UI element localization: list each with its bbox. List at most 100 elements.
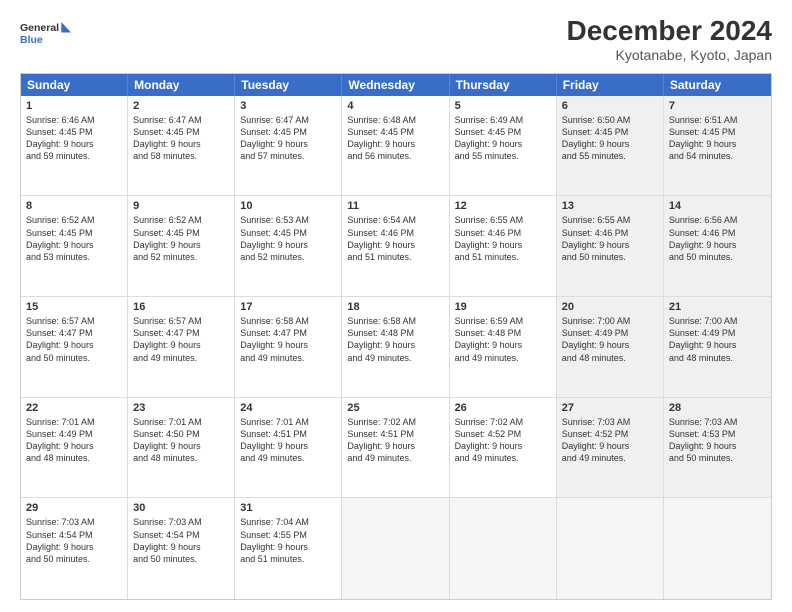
header-friday: Friday	[557, 74, 664, 96]
day-number: 3	[240, 100, 336, 112]
cell-text: Sunrise: 7:02 AMSunset: 4:51 PMDaylight:…	[347, 416, 443, 465]
cell-w1-2: 3 Sunrise: 6:47 AMSunset: 4:45 PMDaylight…	[235, 96, 342, 196]
cell-w3-0: 15Sunrise: 6:57 AMSunset: 4:47 PMDayligh…	[21, 297, 128, 397]
svg-text:General: General	[20, 22, 59, 34]
day-number: 7	[669, 100, 766, 112]
day-number: 25	[347, 402, 443, 414]
day-number: 18	[347, 301, 443, 313]
day-number: 10	[240, 200, 336, 212]
day-number: 31	[240, 502, 336, 514]
cell-text: Sunrise: 6:55 AMSunset: 4:46 PMDaylight:…	[455, 214, 551, 263]
cell-w5-1: 30 Sunrise: 7:03 AMSunset: 4:54 PMDayligh…	[128, 498, 235, 599]
cell-text: Sunrise: 6:53 AMSunset: 4:45 PMDaylight:…	[240, 214, 336, 263]
cell-w2-3: 11 Sunrise: 6:54 AMSunset: 4:46 PMDayligh…	[342, 196, 449, 296]
week-row-4: 22 Sunrise: 7:01 AMSunset: 4:49 PMDayligh…	[21, 398, 771, 499]
day-number: 15	[26, 301, 122, 313]
cell-w4-4: 26 Sunrise: 7:02 AMSunset: 4:52 PMDayligh…	[450, 398, 557, 498]
day-number: 14	[669, 200, 766, 212]
cell-w4-5: 27Sunrise: 7:03 AMSunset: 4:52 PMDayligh…	[557, 398, 664, 498]
cell-text: Sunrise: 6:48 AMSunset: 4:45 PMDaylight:…	[347, 114, 443, 163]
day-number: 21	[669, 301, 766, 313]
cell-text: Sunrise: 7:03 AMSunset: 4:54 PMDaylight:…	[133, 516, 229, 565]
cell-text: Sunrise: 6:58 AMSunset: 4:48 PMDaylight:…	[347, 315, 443, 364]
day-number: 26	[455, 402, 551, 414]
cell-text: Sunrise: 7:01 AMSunset: 4:49 PMDaylight:…	[26, 416, 122, 465]
calendar-body: 1Sunrise: 6:46 AMSunset: 4:45 PMDaylight…	[21, 96, 771, 599]
logo: GeneralBlue	[20, 16, 80, 52]
cell-text: Sunrise: 6:50 AMSunset: 4:45 PMDaylight:…	[562, 114, 658, 163]
cell-w2-0: 8 Sunrise: 6:52 AMSunset: 4:45 PMDaylight…	[21, 196, 128, 296]
week-row-5: 29 Sunrise: 7:03 AMSunset: 4:54 PMDayligh…	[21, 498, 771, 599]
cell-text: Sunrise: 7:00 AMSunset: 4:49 PMDaylight:…	[562, 315, 658, 364]
day-number: 30	[133, 502, 229, 514]
day-number: 11	[347, 200, 443, 212]
cell-text: Sunrise: 7:00 AMSunset: 4:49 PMDaylight:…	[669, 315, 766, 364]
cell-text: Sunrise: 6:57 AMSunset: 4:47 PMDaylight:…	[133, 315, 229, 364]
main-title: December 2024	[567, 16, 772, 47]
cell-w1-4: 5 Sunrise: 6:49 AMSunset: 4:45 PMDaylight…	[450, 96, 557, 196]
day-number: 29	[26, 502, 122, 514]
cell-text: Sunrise: 6:52 AMSunset: 4:45 PMDaylight:…	[133, 214, 229, 263]
cell-w2-4: 12Sunrise: 6:55 AMSunset: 4:46 PMDayligh…	[450, 196, 557, 296]
cell-text: Sunrise: 6:59 AMSunset: 4:48 PMDaylight:…	[455, 315, 551, 364]
day-number: 9	[133, 200, 229, 212]
day-number: 8	[26, 200, 122, 212]
day-number: 6	[562, 100, 658, 112]
day-number: 5	[455, 100, 551, 112]
logo-icon: GeneralBlue	[20, 16, 80, 52]
cell-w1-3: 4Sunrise: 6:48 AMSunset: 4:45 PMDaylight…	[342, 96, 449, 196]
cell-w3-6: 21 Sunrise: 7:00 AMSunset: 4:49 PMDayligh…	[664, 297, 771, 397]
cell-w3-2: 17Sunrise: 6:58 AMSunset: 4:47 PMDayligh…	[235, 297, 342, 397]
day-number: 28	[669, 402, 766, 414]
subtitle: Kyotanabe, Kyoto, Japan	[567, 47, 772, 63]
cell-w4-3: 25 Sunrise: 7:02 AMSunset: 4:51 PMDayligh…	[342, 398, 449, 498]
day-number: 22	[26, 402, 122, 414]
cell-w4-6: 28 Sunrise: 7:03 AMSunset: 4:53 PMDayligh…	[664, 398, 771, 498]
cell-w4-0: 22 Sunrise: 7:01 AMSunset: 4:49 PMDayligh…	[21, 398, 128, 498]
cell-text: Sunrise: 6:47 AMSunset: 4:45 PMDaylight:…	[240, 114, 336, 163]
cell-text: Sunrise: 6:55 AMSunset: 4:46 PMDaylight:…	[562, 214, 658, 263]
page-header: GeneralBlue December 2024 Kyotanabe, Kyo…	[20, 16, 772, 63]
cell-text: Sunrise: 6:49 AMSunset: 4:45 PMDaylight:…	[455, 114, 551, 163]
cell-text: Sunrise: 7:01 AMSunset: 4:50 PMDaylight:…	[133, 416, 229, 465]
cell-w5-3	[342, 498, 449, 599]
day-number: 24	[240, 402, 336, 414]
cell-w5-0: 29 Sunrise: 7:03 AMSunset: 4:54 PMDayligh…	[21, 498, 128, 599]
week-row-2: 8 Sunrise: 6:52 AMSunset: 4:45 PMDaylight…	[21, 196, 771, 297]
cell-w1-6: 7 Sunrise: 6:51 AMSunset: 4:45 PMDaylight…	[664, 96, 771, 196]
cell-w4-2: 24Sunrise: 7:01 AMSunset: 4:51 PMDayligh…	[235, 398, 342, 498]
cell-text: Sunrise: 6:56 AMSunset: 4:46 PMDaylight:…	[669, 214, 766, 263]
cell-w3-4: 19 Sunrise: 6:59 AMSunset: 4:48 PMDayligh…	[450, 297, 557, 397]
cell-w4-1: 23 Sunrise: 7:01 AMSunset: 4:50 PMDayligh…	[128, 398, 235, 498]
cell-w2-1: 9 Sunrise: 6:52 AMSunset: 4:45 PMDaylight…	[128, 196, 235, 296]
cell-text: Sunrise: 7:03 AMSunset: 4:53 PMDaylight:…	[669, 416, 766, 465]
cell-text: Sunrise: 6:47 AMSunset: 4:45 PMDaylight:…	[133, 114, 229, 163]
week-row-1: 1Sunrise: 6:46 AMSunset: 4:45 PMDaylight…	[21, 96, 771, 197]
cell-w1-5: 6 Sunrise: 6:50 AMSunset: 4:45 PMDaylight…	[557, 96, 664, 196]
cell-w3-5: 20 Sunrise: 7:00 AMSunset: 4:49 PMDayligh…	[557, 297, 664, 397]
cell-text: Sunrise: 6:52 AMSunset: 4:45 PMDaylight:…	[26, 214, 122, 263]
cell-w5-2: 31Sunrise: 7:04 AMSunset: 4:55 PMDayligh…	[235, 498, 342, 599]
cell-text: Sunrise: 7:03 AMSunset: 4:54 PMDaylight:…	[26, 516, 122, 565]
cell-w1-1: 2Sunrise: 6:47 AMSunset: 4:45 PMDaylight…	[128, 96, 235, 196]
day-number: 23	[133, 402, 229, 414]
cell-text: Sunrise: 7:02 AMSunset: 4:52 PMDaylight:…	[455, 416, 551, 465]
calendar: Sunday Monday Tuesday Wednesday Thursday…	[20, 73, 772, 600]
cell-w5-4	[450, 498, 557, 599]
day-number: 20	[562, 301, 658, 313]
svg-text:Blue: Blue	[20, 34, 43, 46]
week-row-3: 15 Sunrise: 6:57 AMSunset: 4:47 PMDayligh…	[21, 297, 771, 398]
title-block: December 2024 Kyotanabe, Kyoto, Japan	[567, 16, 772, 63]
header-wednesday: Wednesday	[342, 74, 449, 96]
day-number: 17	[240, 301, 336, 313]
header-monday: Monday	[128, 74, 235, 96]
cell-text: Sunrise: 6:54 AMSunset: 4:46 PMDaylight:…	[347, 214, 443, 263]
cell-w5-5	[557, 498, 664, 599]
day-number: 19	[455, 301, 551, 313]
header-sunday: Sunday	[21, 74, 128, 96]
cell-w2-6: 14 Sunrise: 6:56 AMSunset: 4:46 PMDayligh…	[664, 196, 771, 296]
cell-w3-1: 16Sunrise: 6:57 AMSunset: 4:47 PMDayligh…	[128, 297, 235, 397]
day-number: 27	[562, 402, 658, 414]
cell-text: Sunrise: 6:46 AMSunset: 4:45 PMDaylight:…	[26, 114, 122, 163]
cell-text: Sunrise: 6:51 AMSunset: 4:45 PMDaylight:…	[669, 114, 766, 163]
